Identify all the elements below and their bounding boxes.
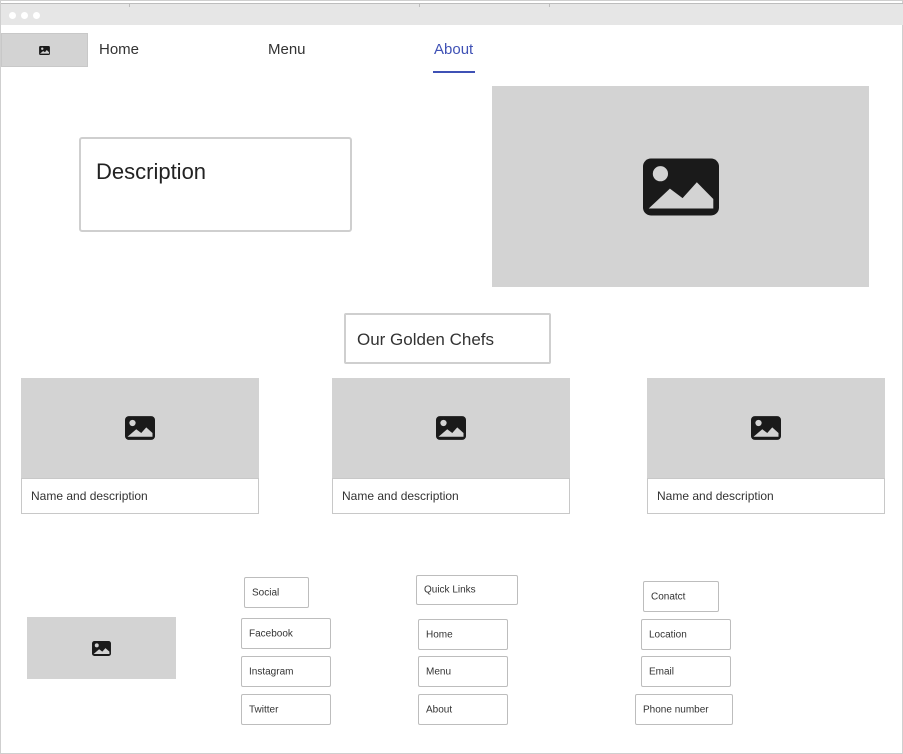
hero-image: [492, 86, 869, 287]
image-icon: [436, 416, 466, 440]
nav-logo[interactable]: [1, 33, 88, 67]
chef-image: [21, 378, 259, 478]
footer-link-text: Menu: [426, 666, 452, 677]
image-icon: [92, 640, 111, 656]
footer-link-text: Instagram: [249, 666, 294, 677]
image-icon: [39, 45, 50, 55]
footer-link-facebook[interactable]: Facebook: [241, 618, 331, 649]
footer-link-about[interactable]: About: [418, 694, 508, 725]
footer-link-instagram[interactable]: Instagram: [241, 656, 331, 687]
chef-card[interactable]: Name and description: [647, 378, 885, 514]
footer-link-text: Twitter: [249, 704, 279, 715]
nav-link-menu[interactable]: Menu: [268, 41, 306, 58]
chefs-section-title: Our Golden Chefs: [344, 313, 551, 364]
footer-link-location[interactable]: Location: [641, 619, 731, 650]
chef-card[interactable]: Name and description: [332, 378, 570, 514]
chef-label-text: Name and description: [31, 489, 148, 503]
window-dot-icon[interactable]: [21, 12, 28, 19]
footer-heading-text: Social: [252, 587, 280, 598]
footer-link-text: Location: [649, 629, 687, 640]
active-tab-indicator: [433, 71, 475, 73]
image-icon: [642, 158, 719, 215]
footer-social-heading: Social: [244, 577, 309, 608]
description-label: Description: [96, 159, 207, 184]
chef-image: [332, 378, 570, 478]
footer-link-phone-number[interactable]: Phone number: [635, 694, 733, 725]
footer-logo[interactable]: [27, 617, 176, 679]
footer-link-text: Home: [426, 629, 453, 640]
window-titlebar: [1, 3, 903, 25]
chef-label-text: Name and description: [342, 489, 459, 503]
chef-name-description: Name and description: [332, 478, 570, 514]
image-icon: [125, 416, 155, 440]
footer-heading-text: Quick Links: [424, 584, 476, 596]
chef-label-text: Name and description: [657, 489, 774, 503]
description-box: Description: [79, 137, 352, 232]
footer-link-twitter[interactable]: Twitter: [241, 694, 331, 725]
footer-link-text: About: [426, 704, 453, 715]
footer-heading-text: Conatct: [651, 591, 686, 602]
footer-link-email[interactable]: Email: [641, 656, 731, 687]
footer-contact-heading: Conatct: [643, 581, 719, 612]
window-dot-icon[interactable]: [9, 12, 16, 19]
chef-name-description: Name and description: [647, 478, 885, 514]
nav-link-home[interactable]: Home: [99, 41, 139, 58]
window-dot-icon[interactable]: [33, 12, 40, 19]
footer-link-home[interactable]: Home: [418, 619, 508, 650]
chef-name-description: Name and description: [21, 478, 259, 514]
footer-link-menu[interactable]: Menu: [418, 656, 508, 687]
browser-window: Home Menu About Description Our Golden C…: [0, 0, 903, 754]
section-title-text: Our Golden Chefs: [357, 330, 495, 349]
footer-link-text: Email: [649, 666, 675, 677]
footer-link-text: Phone number: [643, 704, 709, 715]
nav-link-about[interactable]: About: [434, 41, 473, 58]
footer-link-text: Facebook: [249, 628, 293, 639]
tab-divider: [419, 4, 420, 7]
tab-divider: [129, 4, 130, 7]
chef-image: [647, 378, 885, 478]
footer-quick-links-heading: Quick Links: [416, 575, 518, 605]
image-icon: [751, 416, 781, 440]
tab-divider: [549, 4, 550, 7]
chef-card[interactable]: Name and description: [21, 378, 259, 514]
